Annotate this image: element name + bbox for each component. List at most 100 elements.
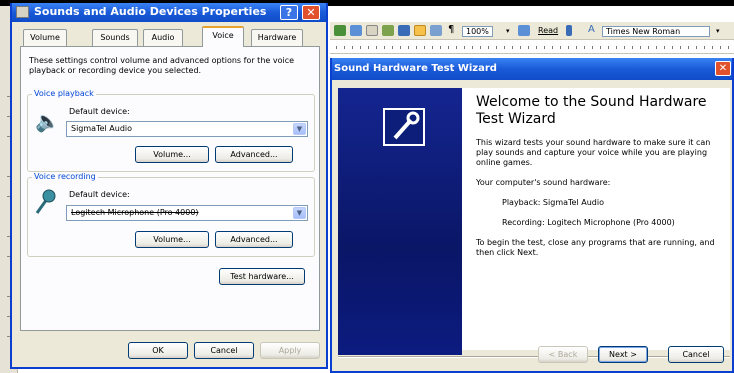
- intro-text-line2: playback or recording device you selecte…: [29, 66, 202, 75]
- tab-voice[interactable]: Voice: [202, 26, 244, 47]
- playback-volume-button[interactable]: Volume...: [135, 146, 209, 163]
- voice-tab-panel: These settings control volume and advanc…: [20, 46, 320, 331]
- ok-button[interactable]: OK: [128, 342, 188, 359]
- tab-audio[interactable]: Audio: [143, 29, 183, 46]
- tab-sounds[interactable]: Sounds: [92, 29, 138, 46]
- ruler-tick: [472, 46, 473, 49]
- ruler-tick: [352, 46, 353, 49]
- tab-hardware[interactable]: Hardware: [251, 29, 303, 46]
- playback-device-line: Playback: SigmaTel Audio: [502, 198, 604, 207]
- spelling-icon[interactable]: [334, 25, 346, 36]
- ruler-tick: [584, 46, 585, 49]
- ruler-tick: [360, 46, 361, 49]
- cancel-button[interactable]: Cancel: [194, 342, 254, 359]
- playback-device-label: Default device:: [69, 107, 130, 116]
- ruler-tick: [600, 46, 601, 49]
- ruler-tick: [400, 46, 401, 49]
- ruler-tick: [392, 46, 393, 49]
- font-name-box[interactable]: Times New Roman: [602, 26, 710, 37]
- wizard-close-button[interactable]: ✕: [715, 61, 731, 76]
- voice-playback-label: Voice playback: [32, 89, 96, 98]
- test-hardware-button[interactable]: Test hardware...: [219, 268, 305, 285]
- recording-device-select[interactable]: Logitech Microphone (Pro 4000) ▼: [66, 205, 308, 221]
- wizard-content: Welcome to the Sound Hardware Test Wizar…: [462, 88, 730, 350]
- ruler-tick: [488, 46, 489, 49]
- ruler-tick: [728, 46, 729, 49]
- tab-volume[interactable]: Volume: [23, 29, 67, 46]
- ruler-tick: [680, 46, 681, 49]
- microphone-icon: [35, 189, 56, 214]
- dialog-title-bar[interactable]: Sounds and Audio Devices Properties: [12, 3, 326, 22]
- ruler-tick: [440, 46, 441, 49]
- wizard-heading-line2: Test Wizard: [476, 111, 556, 127]
- recording-volume-button[interactable]: Volume...: [135, 231, 209, 248]
- recording-device-value: Logitech Microphone (Pro 4000): [71, 208, 199, 217]
- ruler-tick: [592, 46, 593, 49]
- ruler-tick: [448, 46, 449, 49]
- ruler-tick: [416, 46, 417, 49]
- ruler-tick: [528, 46, 529, 49]
- ruler-tick: [520, 46, 521, 49]
- next-button[interactable]: Next >: [598, 346, 648, 363]
- zoom-box[interactable]: 100%: [462, 26, 493, 37]
- playback-device-select[interactable]: SigmaTel Audio ▼: [66, 121, 308, 137]
- speaker-app-icon: [16, 6, 29, 18]
- ruler-tick: [720, 46, 721, 49]
- ruler-tick: [576, 46, 577, 49]
- document-map-icon[interactable]: [430, 25, 442, 36]
- ruler-tick: [696, 46, 697, 49]
- voice-recording-label: Voice recording: [32, 172, 98, 181]
- ruler-tick: [616, 46, 617, 49]
- wizard-desc-line3: online games.: [476, 158, 533, 167]
- sound-hardware-test-wizard: Sound Hardware Test Wizard ✕ Welcome to …: [330, 58, 734, 373]
- show-hide-icon[interactable]: ¶: [448, 24, 454, 35]
- dialog-title: Sounds and Audio Devices Properties: [34, 5, 267, 18]
- ruler-tick: [384, 46, 385, 49]
- word-horizontal-ruler: [330, 42, 734, 54]
- word-toolbar: ¶ 100% ▾ Read A Times New Roman ▾: [330, 22, 734, 40]
- wizard-title-bar[interactable]: Sound Hardware Test Wizard: [332, 58, 732, 80]
- ruler-tick: [336, 46, 337, 49]
- ruler-tick: [664, 46, 665, 49]
- columns-icon[interactable]: [382, 25, 394, 36]
- ruler-tick: [640, 46, 641, 49]
- styles-icon[interactable]: A: [588, 24, 595, 35]
- ruler-tick: [552, 46, 553, 49]
- playback-advanced-button[interactable]: Advanced...: [215, 146, 293, 163]
- chevron-down-icon[interactable]: ▼: [293, 123, 306, 135]
- chevron-down-icon[interactable]: ▼: [293, 207, 306, 219]
- read-button[interactable]: Read: [538, 26, 558, 35]
- ruler-tick: [376, 46, 377, 49]
- font-dropdown-icon[interactable]: ▾: [716, 27, 720, 35]
- research-icon[interactable]: [350, 25, 362, 36]
- ruler-tick: [648, 46, 649, 49]
- ruler-tick: [688, 46, 689, 49]
- wizard-heading-line1: Welcome to the Sound Hardware: [476, 94, 707, 110]
- close-button[interactable]: ✕: [302, 5, 320, 20]
- ruler-tick: [464, 46, 465, 49]
- apply-button: Apply: [260, 342, 320, 359]
- ruler-tick: [504, 46, 505, 49]
- chart-icon[interactable]: [398, 25, 410, 36]
- wizard-desc-line2: play sounds and capture your voice while…: [476, 148, 708, 157]
- toolbar-options-icon[interactable]: [566, 25, 572, 36]
- table-icon[interactable]: [366, 25, 378, 36]
- recording-advanced-button[interactable]: Advanced...: [215, 231, 293, 248]
- ruler-tick: [712, 46, 713, 49]
- ruler-tick: [368, 46, 369, 49]
- help-button[interactable]: ?: [280, 5, 298, 20]
- recording-device-line: Recording: Logitech Microphone (Pro 4000…: [502, 218, 675, 227]
- playback-device-value: SigmaTel Audio: [71, 124, 133, 133]
- zoom-dropdown-icon[interactable]: ▾: [506, 27, 510, 35]
- wizard-desc-line1: This wizard tests your sound hardware to…: [476, 138, 711, 147]
- intro-text-line1: These settings control volume and advanc…: [29, 56, 295, 65]
- ruler-tick: [424, 46, 425, 49]
- speaker-icon: 🔈: [35, 109, 60, 133]
- wizard-cancel-button[interactable]: Cancel: [668, 346, 724, 363]
- help-icon[interactable]: [518, 25, 530, 36]
- ruler-tick: [432, 46, 433, 49]
- ruler-tick: [608, 46, 609, 49]
- ruler-tick: [544, 46, 545, 49]
- wizard-title: Sound Hardware Test Wizard: [334, 63, 497, 74]
- drawing-icon[interactable]: [414, 25, 426, 36]
